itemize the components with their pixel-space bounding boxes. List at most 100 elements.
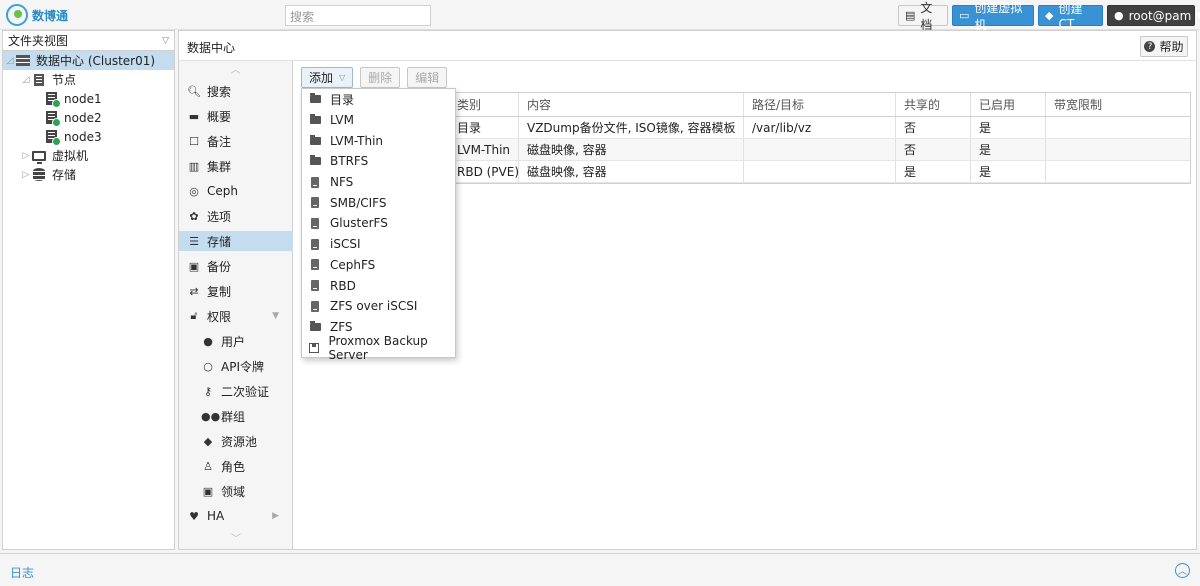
search-input[interactable]: 搜索	[285, 5, 431, 26]
cell-enabled: 是	[971, 161, 1046, 182]
submenu-label: 领域	[221, 484, 246, 499]
cell-bandwidth	[1046, 139, 1190, 160]
menu-item-smb-cifs[interactable]: SMB/CIFS	[302, 192, 455, 213]
submenu-realms[interactable]: ▣ 领域	[179, 481, 293, 501]
tree-node[interactable]: node1	[3, 89, 174, 108]
column-header[interactable]: 已启用	[971, 93, 1046, 116]
expand-icon[interactable]: ▷	[21, 170, 31, 180]
menu-item-glusterfs[interactable]: GlusterFS	[302, 213, 455, 234]
menu-item-nfs[interactable]: NFS	[302, 172, 455, 193]
tree-vms[interactable]: ▷ 虚拟机	[3, 146, 174, 165]
submenu-groups[interactable]: ●● 群组	[179, 406, 293, 426]
create-ct-button[interactable]: ◆ 创建CT	[1038, 2, 1103, 31]
content-header: 数据中心 ? 帮助	[178, 30, 1197, 61]
cell-type: RBD (PVE)	[449, 161, 519, 182]
submenu-tfa[interactable]: ⚷ 二次验证	[179, 381, 293, 401]
scroll-up-icon[interactable]: ︿	[179, 61, 292, 80]
remove-button[interactable]: 删除	[360, 67, 401, 88]
submenu-users[interactable]: ● 用户	[179, 331, 293, 351]
submenu-roles[interactable]: ♙ 角色	[179, 456, 293, 476]
submenu-notes[interactable]: ☐ 备注	[179, 131, 293, 151]
expand-log-icon[interactable]: ︿	[1175, 563, 1190, 578]
docs-button[interactable]: ▤ 文档	[898, 1, 948, 32]
submenu-label: HA	[207, 509, 225, 523]
menu-item-lvm[interactable]: LVM	[302, 110, 455, 131]
submenu-api-tokens[interactable]: ○ API令牌	[179, 356, 293, 376]
menu-item-label: SMB/CIFS	[330, 195, 387, 210]
tree-node-label: node3	[64, 129, 102, 144]
building-icon	[31, 73, 47, 87]
hdd-icon	[308, 176, 322, 188]
menu-item-label: NFS	[330, 175, 354, 190]
column-header[interactable]: 共享的	[896, 93, 971, 116]
column-header[interactable]: 带宽限制	[1046, 93, 1190, 116]
menu-item-cephfs[interactable]: CephFS	[302, 255, 455, 276]
submenu-pools[interactable]: ◆ 资源池	[179, 431, 293, 451]
submenu-backup[interactable]: ▣ 备份	[179, 256, 293, 276]
tree-datacenter-label: 数据中心 (Cluster01)	[36, 54, 156, 68]
cube-icon: ◆	[1045, 9, 1054, 22]
submenu-ha[interactable]: ♥ HA ▶	[179, 506, 293, 526]
address-book-icon: ▣	[202, 484, 214, 498]
submenu-label: 存储	[207, 234, 232, 249]
server-online-icon	[43, 130, 61, 146]
server-online-icon	[43, 111, 61, 127]
menu-item-lvm-thin[interactable]: LVM-Thin	[302, 130, 455, 151]
tree-storage[interactable]: ▷ 存储	[3, 165, 174, 184]
menu-item-label: ZFS over iSCSI	[330, 299, 418, 314]
menu-item-label: GlusterFS	[330, 216, 388, 231]
create-vm-button[interactable]: ▭ 创建虚拟机	[952, 1, 1034, 32]
heartbeat-icon: ♥	[189, 509, 199, 523]
collapse-icon[interactable]: ◿	[5, 56, 15, 66]
menu-item-label: CephFS	[330, 257, 376, 272]
menu-item-iscsi[interactable]: iSCSI	[302, 234, 455, 255]
tree-node[interactable]: node3	[3, 127, 174, 146]
scroll-down-icon[interactable]: ﹀	[179, 530, 293, 549]
menu-item-pbs[interactable]: Proxmox Backup Server	[302, 334, 455, 362]
menu-item-label: LVM	[330, 113, 354, 128]
menu-item-rbd[interactable]: RBD	[302, 275, 455, 296]
storage-toolbar: 添加 ▽ 删除 编辑	[301, 67, 448, 88]
submenu-label: 集群	[207, 159, 232, 174]
create-vm-label: 创建虚拟机	[974, 0, 1023, 32]
submenu-options[interactable]: ✿ 选项	[179, 206, 293, 226]
user-menu-button[interactable]: ● root@pam ▼	[1107, 5, 1200, 26]
submenu-permissions[interactable]: 🔓︎ 权限 ▼	[179, 306, 293, 326]
add-storage-menu: 目录 LVM LVM-Thin BTRFS NFS SMB/CIFS Glust…	[301, 88, 456, 362]
log-title[interactable]: 日志	[10, 564, 34, 581]
cell-content: VZDump备份文件, ISO镜像, 容器模板	[519, 117, 744, 138]
menu-item-label: LVM-Thin	[330, 133, 384, 148]
menu-item-btrfs[interactable]: BTRFS	[302, 151, 455, 172]
cell-bandwidth	[1046, 161, 1190, 182]
submenu-search[interactable]: 🔍︎ 搜索	[179, 81, 293, 101]
view-selector[interactable]: 文件夹视图 ▽	[3, 31, 174, 51]
logo-text: 数博通	[32, 8, 69, 23]
edit-button[interactable]: 编辑	[407, 67, 448, 88]
edit-label: 编辑	[415, 71, 440, 85]
tree-datacenter[interactable]: ◿ 数据中心 (Cluster01)	[3, 51, 174, 70]
logo: 数博通	[6, 4, 70, 26]
tree-vms-label: 虚拟机	[52, 149, 89, 163]
log-panel: 日志 ︿	[0, 553, 1200, 586]
folder-icon	[308, 114, 322, 125]
menu-item-zfs-over-iscsi[interactable]: ZFS over iSCSI	[302, 296, 455, 317]
cell-enabled: 是	[971, 117, 1046, 138]
column-header[interactable]: 路径/目标	[744, 93, 896, 116]
submenu-summary[interactable]: ▬ 概要	[179, 106, 293, 126]
tree-node[interactable]: node2	[3, 108, 174, 127]
tree-node-label: node1	[64, 91, 102, 106]
expand-icon[interactable]: ▷	[21, 151, 31, 161]
column-header[interactable]: 类别	[449, 93, 519, 116]
submenu-storage[interactable]: ☰ 存储	[179, 231, 293, 251]
column-header[interactable]: 内容	[519, 93, 744, 116]
help-button[interactable]: ? 帮助	[1140, 36, 1188, 57]
tree-nodes[interactable]: ◿ 节点	[3, 70, 174, 89]
chevron-down-icon: ▼	[1196, 11, 1200, 20]
submenu-cluster[interactable]: ▥ 集群	[179, 156, 293, 176]
submenu-ceph[interactable]: ◎ Ceph	[179, 181, 293, 201]
collapse-icon[interactable]: ◿	[21, 75, 31, 85]
add-button[interactable]: 添加 ▽	[301, 67, 354, 88]
cell-type: LVM-Thin	[449, 139, 519, 160]
menu-item-directory[interactable]: 目录	[302, 89, 455, 110]
submenu-replication[interactable]: ⇄ 复制	[179, 281, 293, 301]
